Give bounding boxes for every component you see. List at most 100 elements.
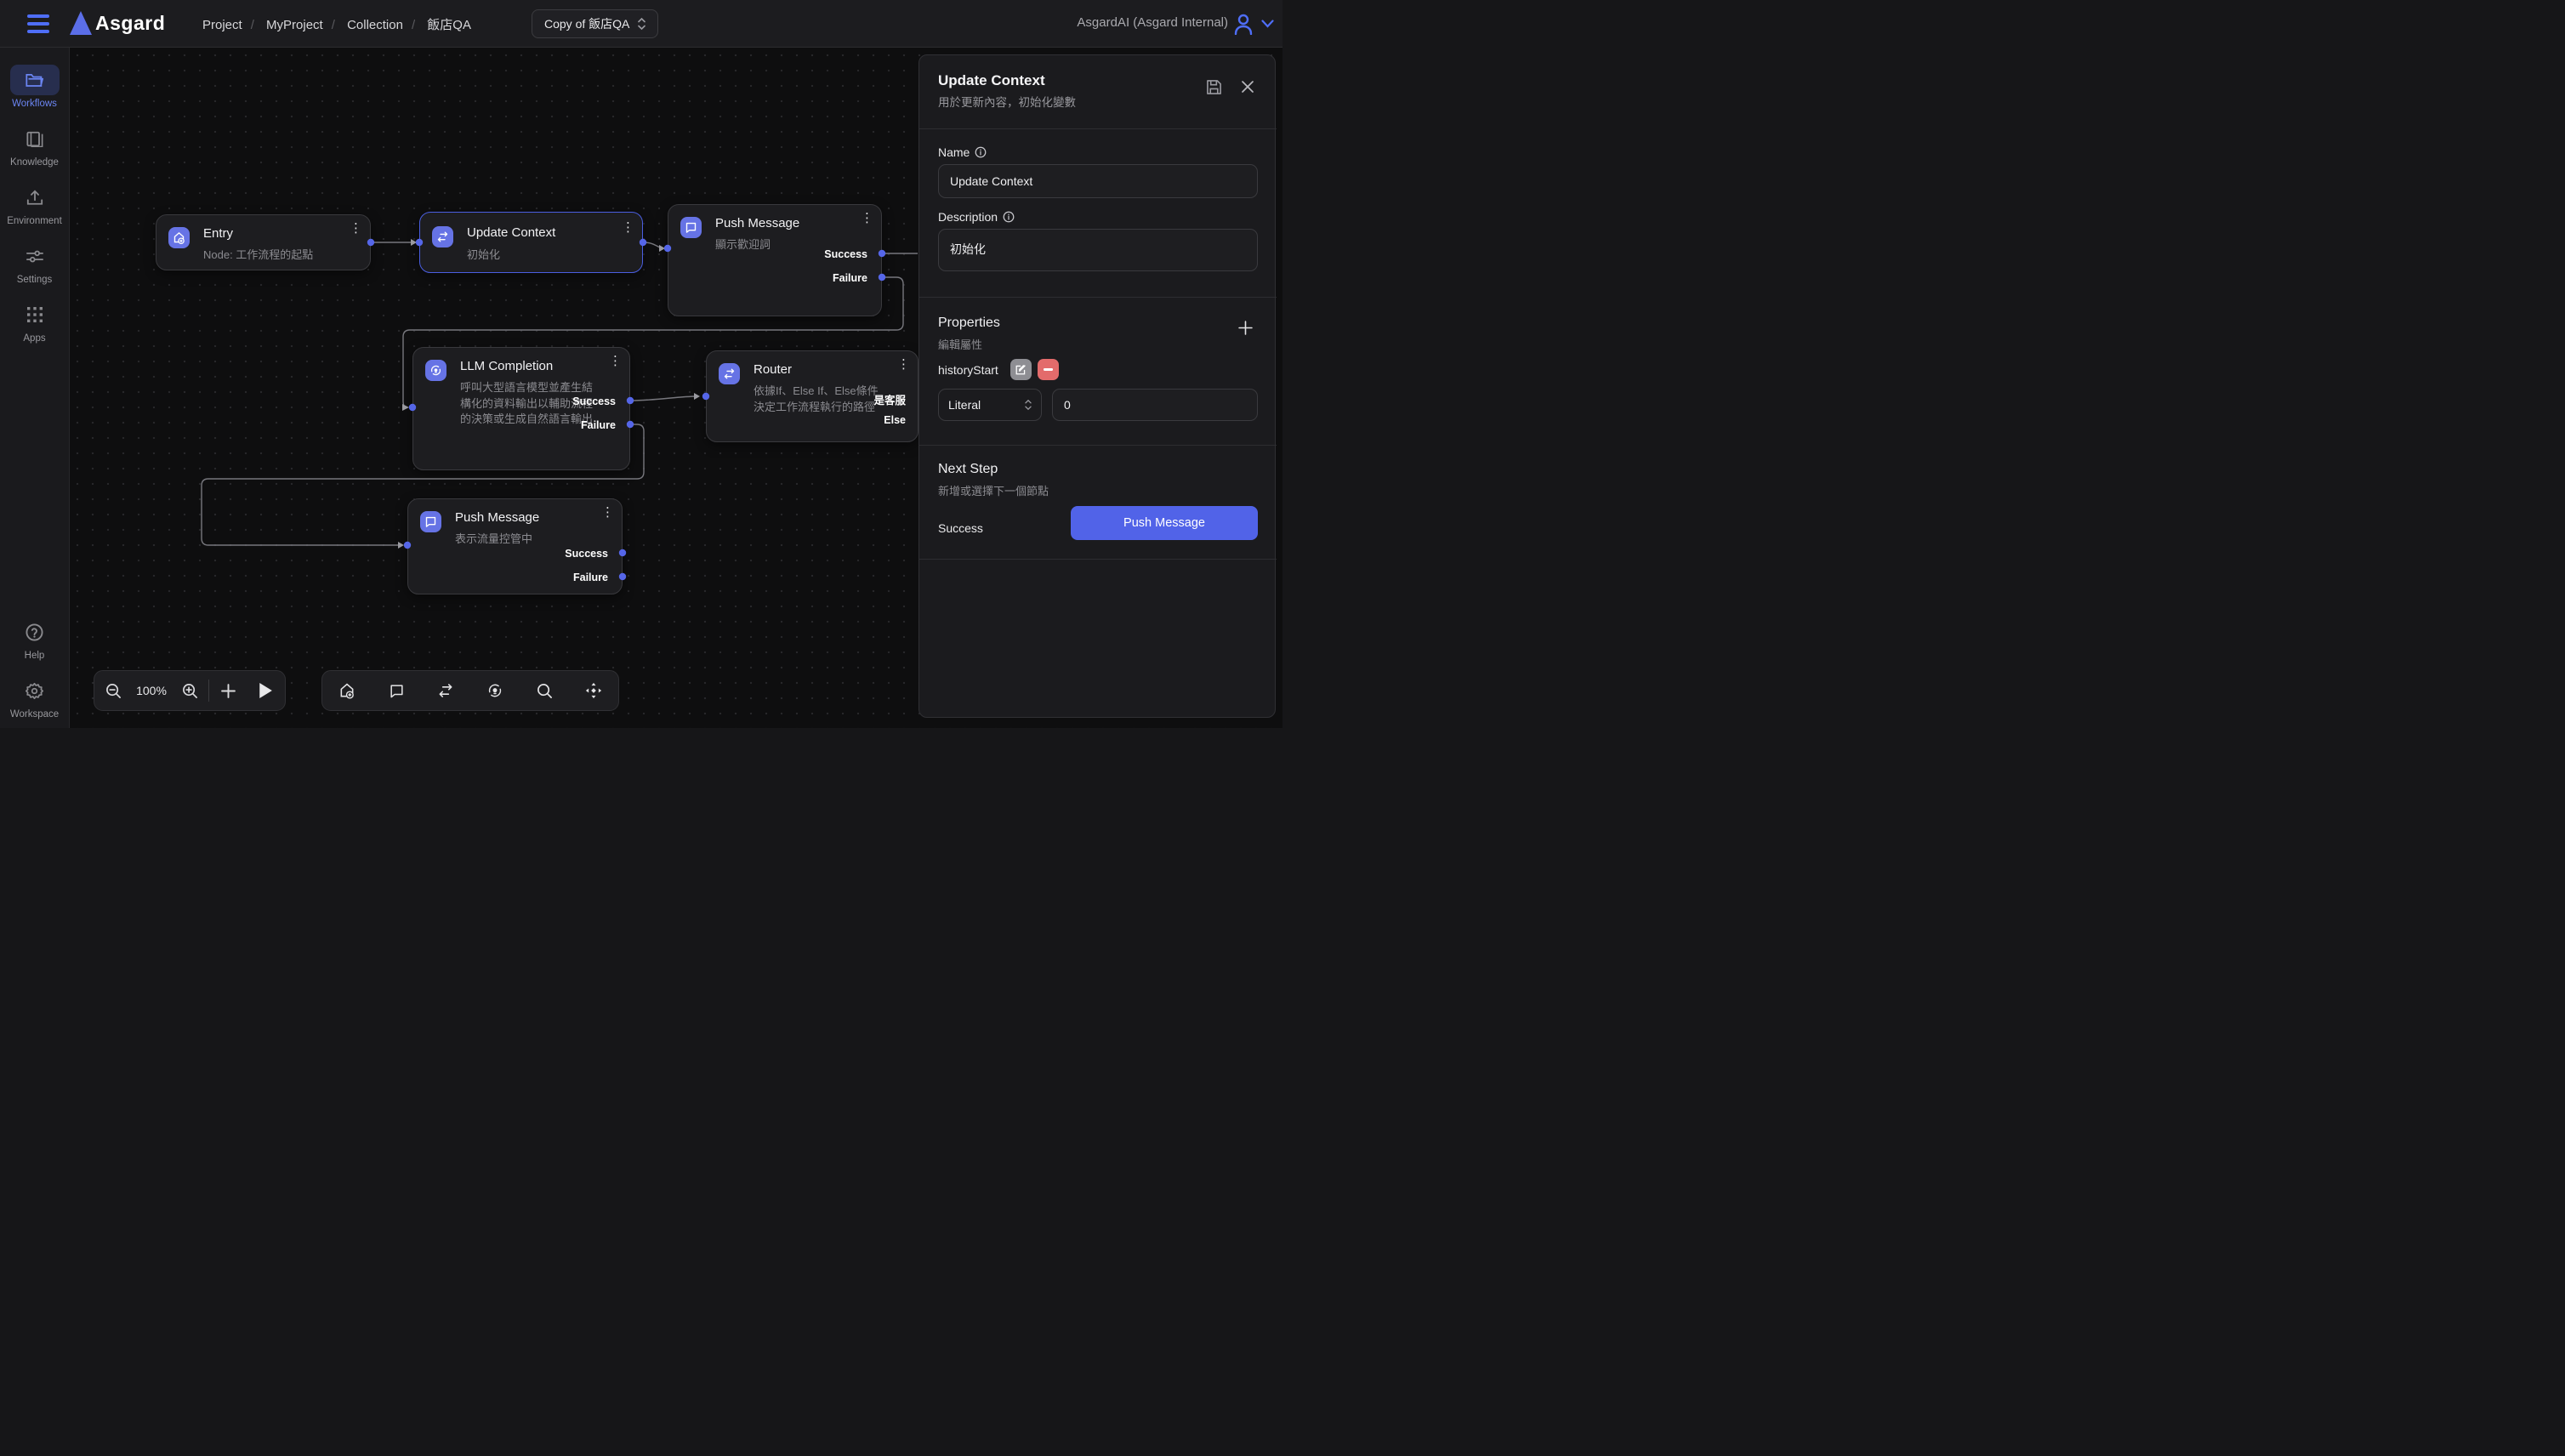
chat-bubble-icon	[680, 217, 702, 238]
handle-failure[interactable]: Failure	[833, 272, 867, 284]
zoom-out-button[interactable]	[94, 670, 132, 711]
help-circle-icon	[10, 617, 60, 647]
description-input[interactable]: 初始化	[938, 229, 1258, 271]
sidebar-item-environment[interactable]: Environment	[3, 182, 67, 226]
property-name: historyStart	[938, 363, 998, 377]
sidebar: Workflows Knowledge Environment Settings…	[0, 48, 70, 728]
sidebar-item-help[interactable]: Help	[3, 617, 67, 661]
sidebar-item-knowledge[interactable]: Knowledge	[3, 123, 67, 168]
add-property-icon[interactable]	[1238, 321, 1253, 335]
sidebar-item-label: Environment	[7, 216, 62, 226]
node-title: Entry	[203, 226, 233, 241]
node-menu-button[interactable]: ⋮	[601, 509, 610, 515]
breadcrumb-myproject[interactable]: MyProject	[266, 18, 323, 32]
chat-bubble-icon[interactable]	[378, 670, 415, 711]
panel-title: Update Context	[938, 72, 1045, 89]
sidebar-item-label: Workspace	[10, 709, 59, 719]
node-menu-button[interactable]: ⋮	[861, 215, 869, 221]
sidebar-item-workflows[interactable]: Workflows	[3, 65, 67, 109]
node-menu-button[interactable]: ⋮	[622, 225, 630, 230]
node-llm-completion[interactable]: LLM Completion 呼叫大型語言模型並產生結構化的資料輸出以輔助流程的…	[412, 347, 630, 470]
node-title: Push Message	[455, 510, 539, 525]
node-menu-button[interactable]: ⋮	[897, 361, 906, 367]
description-label: Description	[938, 210, 1015, 224]
breadcrumb: Project/ MyProject/ Collection/ 飯店QA	[202, 15, 480, 33]
chat-bubble-icon	[420, 511, 441, 532]
node-subtitle: Node: 工作流程的起點	[203, 246, 313, 262]
search-icon[interactable]	[526, 670, 563, 711]
swap-arrows-icon[interactable]	[427, 670, 464, 711]
upload-icon	[10, 182, 60, 213]
swap-arrows-icon	[432, 226, 453, 247]
breadcrumb-collection[interactable]: Collection	[347, 18, 403, 32]
panel-subtitle: 用於更新內容，初始化變數	[938, 93, 1076, 110]
next-step-handle-label: Success	[938, 521, 983, 535]
node-title: Update Context	[467, 225, 555, 240]
node-entry[interactable]: Entry Node: 工作流程的起點 ⋮	[156, 214, 371, 270]
chevron-updown-icon	[638, 17, 646, 31]
node-subtitle: 初始化	[467, 246, 500, 262]
run-workflow-button[interactable]	[247, 670, 284, 711]
node-update-context[interactable]: Update Context 初始化 ⋮	[419, 212, 643, 273]
sidebar-item-label: Workflows	[12, 99, 57, 109]
edit-property-button[interactable]	[1010, 359, 1032, 380]
node-title: LLM Completion	[460, 359, 553, 373]
gear-icon	[10, 675, 60, 706]
property-type-value: Literal	[948, 398, 981, 412]
node-router[interactable]: Router 依據If、Else If、Else條件決定工作流程執行的路徑 ⋮ …	[706, 350, 919, 442]
sidebar-item-settings[interactable]: Settings	[3, 241, 67, 285]
save-icon[interactable]	[1206, 79, 1222, 95]
menu-icon[interactable]	[27, 14, 49, 33]
sidebar-item-label: Settings	[17, 275, 53, 285]
brand-title: Asgard	[95, 12, 165, 35]
move-icon[interactable]	[575, 670, 612, 711]
property-type-select[interactable]: Literal	[938, 389, 1042, 421]
node-menu-button[interactable]: ⋮	[350, 225, 358, 231]
zoom-in-button[interactable]	[171, 670, 208, 711]
node-menu-button[interactable]: ⋮	[609, 358, 617, 364]
handle-success[interactable]: Success	[572, 395, 616, 407]
sidebar-item-label: Help	[25, 651, 45, 661]
remove-property-button[interactable]	[1038, 359, 1059, 380]
breadcrumb-project[interactable]: Project	[202, 18, 242, 32]
home-plus-icon[interactable]	[328, 670, 366, 711]
handle-else[interactable]: Else	[884, 414, 906, 426]
apps-grid-icon	[10, 299, 60, 330]
breadcrumb-workflow[interactable]: 飯店QA	[427, 18, 471, 32]
node-push-message-welcome[interactable]: Push Message 顯示歡迎詞 ⋮ Success Failure	[668, 204, 882, 316]
properties-title: Properties	[938, 316, 1000, 331]
handle-failure[interactable]: Failure	[573, 572, 608, 583]
sliders-icon	[10, 241, 60, 271]
chevron-down-icon[interactable]	[1261, 20, 1274, 28]
next-step-target-button[interactable]: Push Message	[1071, 506, 1258, 540]
property-value-input[interactable]: 0	[1052, 389, 1258, 421]
handle-is-customer-service[interactable]: 是客服	[873, 391, 906, 407]
workflow-version-select[interactable]: Copy of 飯店QA	[532, 9, 658, 38]
sidebar-item-workspace[interactable]: Workspace	[3, 675, 67, 719]
sidebar-item-apps[interactable]: Apps	[3, 299, 67, 344]
sidebar-item-label: Apps	[23, 333, 45, 344]
properties-subtitle: 編輯屬性	[938, 336, 982, 352]
zoom-level: 100%	[132, 684, 171, 697]
add-node-button[interactable]	[209, 670, 247, 711]
swap-arrows-icon	[719, 363, 740, 384]
user-icon[interactable]	[1233, 13, 1254, 35]
handle-failure[interactable]: Failure	[581, 419, 616, 431]
divider	[919, 445, 1277, 446]
node-title: Router	[754, 362, 792, 377]
handle-success[interactable]: Success	[565, 548, 608, 560]
node-subtitle: 顯示歡迎詞	[715, 236, 771, 252]
info-icon	[975, 146, 987, 158]
node-subtitle: 依據If、Else If、Else條件決定工作流程執行的路徑	[754, 384, 883, 415]
ai-completion-icon	[425, 360, 446, 381]
name-input[interactable]: Update Context	[938, 164, 1258, 198]
ai-completion-icon[interactable]	[476, 670, 514, 711]
divider	[919, 128, 1277, 129]
node-push-message-throttle[interactable]: Push Message 表示流量控管中 ⋮ Success Failure	[407, 498, 623, 594]
next-step-title: Next Step	[938, 462, 998, 477]
sidebar-item-label: Knowledge	[10, 157, 59, 168]
logo-triangle-icon	[70, 11, 92, 35]
close-icon[interactable]	[1241, 80, 1254, 94]
handle-success[interactable]: Success	[824, 248, 867, 260]
divider	[919, 559, 1277, 560]
